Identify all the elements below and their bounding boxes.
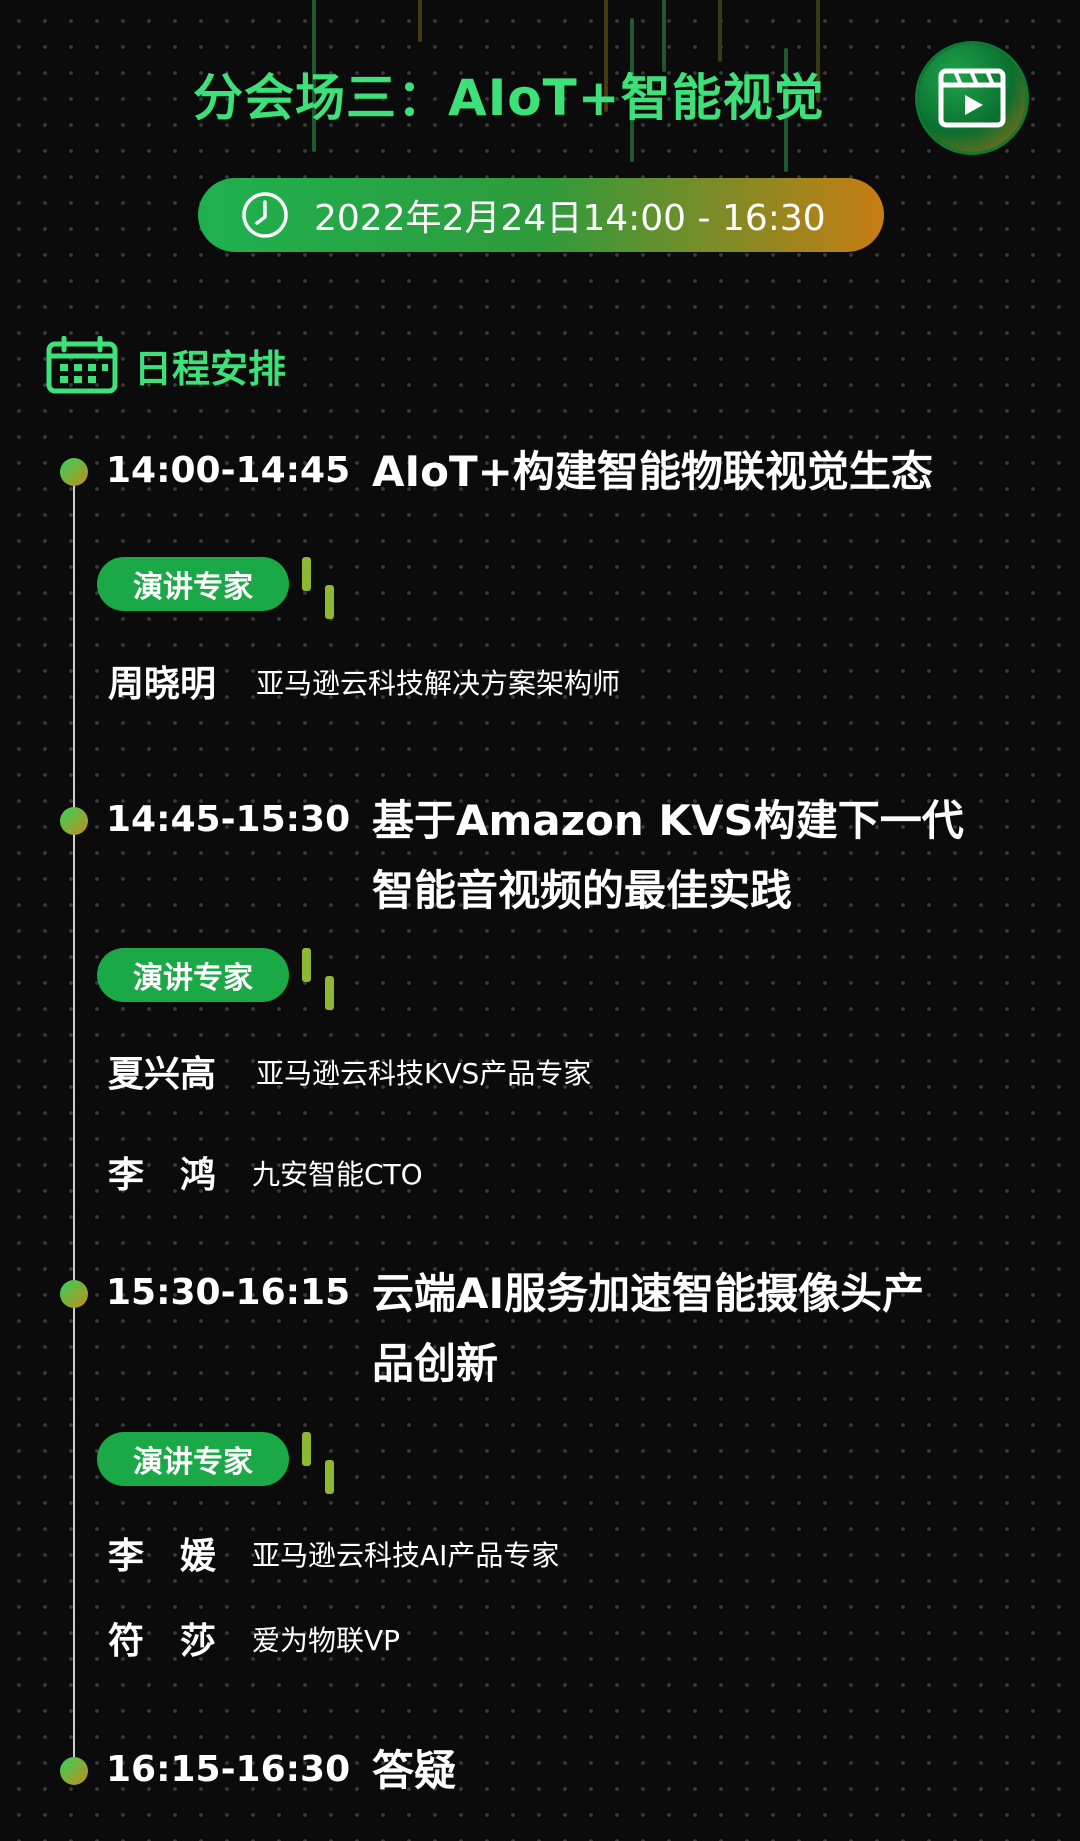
speaker-tag: 演讲专家 [97,948,289,1002]
speaker-tag: 演讲专家 [97,557,289,611]
timeline-dot [60,807,88,835]
clock-icon [242,192,288,238]
schedule-heading: 日程安排 [46,336,286,394]
timeline-dot [60,1280,88,1308]
session-time: 14:45-15:30 [106,799,351,840]
schedule-title: 日程安排 [134,346,287,391]
session-topic: AIoT+构建智能物联视觉生态 [372,447,933,496]
session-topic: 基于Amazon KVS构建下一代智能音视频的最佳实践 [372,796,964,915]
session-topic: 云端AI服务加速智能摄像头产品创新 [372,1269,925,1388]
timeline-dot [60,458,88,486]
speaker-name: 李 鸿 [108,1155,217,1196]
calendar-icon [46,336,118,394]
page-title: 分会场三：AIoT+智能视觉 [193,69,825,127]
speaker-tag: 演讲专家 [97,1432,289,1486]
speaker-name: 夏兴高 [108,1054,217,1095]
speaker-role: 九安智能CTO [252,1158,423,1191]
tag-decoration [325,585,334,619]
tag-decoration [302,557,311,591]
speaker-role: 爱为物联VP [252,1624,401,1657]
date-pill: 2022年2月24日14:00 - 16:30 [198,178,884,252]
speaker-role: 亚马逊云科技KVS产品专家 [256,1057,592,1090]
session-topic: 答疑 [372,1746,457,1795]
speaker-name: 符 莎 [108,1621,217,1662]
timeline-line [73,470,75,1770]
timeline-dot [60,1757,88,1785]
tag-decoration [302,948,311,982]
session-time: 15:30-16:15 [106,1272,351,1313]
speaker-name: 周晓明 [108,664,217,705]
session-time: 16:15-16:30 [106,1749,351,1790]
tag-decoration [325,1460,334,1494]
speaker-name: 李 媛 [108,1536,217,1577]
event-date: 2022年2月24日14:00 - 16:30 [314,198,826,239]
speaker-role: 亚马逊云科技解决方案架构师 [256,667,621,700]
tag-decoration [325,976,334,1010]
video-badge [918,44,1026,152]
speaker-role: 亚马逊云科技AI产品专家 [252,1539,560,1572]
tag-decoration [302,1432,311,1466]
session-time: 14:00-14:45 [106,450,351,491]
video-icon [938,68,1006,128]
